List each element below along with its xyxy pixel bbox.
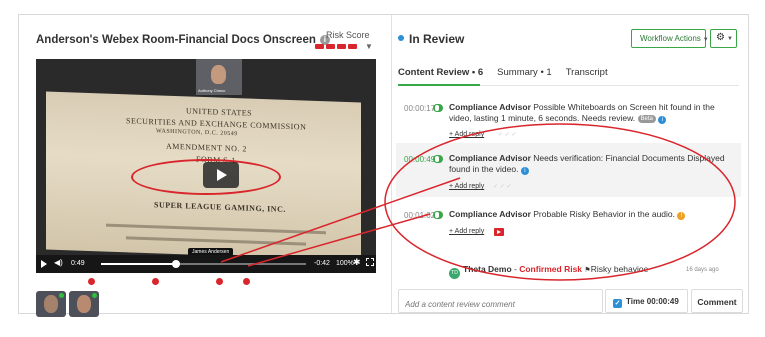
comment-composer: ✓ Time 00:00:49 Comment xyxy=(398,289,743,313)
time-checkbox[interactable]: ✓ Time 00:00:49 xyxy=(605,289,688,313)
review-sidebar: In Review Workflow Actions ▼ ⚙ ▼ Content R… xyxy=(392,15,749,313)
settings-button[interactable]: ⚙ ▼ xyxy=(710,29,737,48)
reaction-icons[interactable]: ✓ ✓ ✓ xyxy=(493,183,511,190)
reply-entry: TD Theta Demo - Confirmed Risk ⚑Risky beh… xyxy=(449,264,648,279)
list-item[interactable]: 00:01:02 Compliance Advisor Probable Ris… xyxy=(396,202,741,242)
toggle-icon[interactable] xyxy=(433,104,443,112)
seek-handle[interactable] xyxy=(172,260,180,268)
item-message: Probable Risky Behavior in the audio. xyxy=(533,209,675,219)
flag-icon[interactable] xyxy=(494,228,504,236)
info-icon[interactable]: i xyxy=(520,167,529,175)
confirmed-risk-label: Confirmed Risk xyxy=(519,264,583,274)
camera-name: Anthony Cheuc xyxy=(198,88,226,93)
tab-bar: Content Review • 6 Summary • 1 Transcrip… xyxy=(398,67,608,78)
participant-thumbnail[interactable] xyxy=(69,291,99,317)
time-label: Time 00:00:49 xyxy=(626,297,679,306)
status-dot-icon xyxy=(398,35,404,41)
list-item[interactable]: 00:00:49 Compliance Advisor Needs verifi… xyxy=(396,143,741,197)
timestamp[interactable]: 00:01:02 xyxy=(404,211,435,220)
toggle-icon[interactable] xyxy=(433,211,443,219)
doc-line: SECURITIES AND EXCHANGE COMMISSION xyxy=(126,116,307,132)
reaction-icons[interactable]: ✓ ✓ ✓ xyxy=(498,131,516,138)
timeline-markers xyxy=(36,278,376,286)
risk-score-meter[interactable] xyxy=(315,44,357,49)
item-text: Compliance Advisor Needs verification: F… xyxy=(449,153,734,175)
info-icon[interactable]: i xyxy=(658,116,667,124)
review-panel: Anderson's Webex Room-Financial Docs Ons… xyxy=(18,14,749,317)
gear-icon: ⚙ xyxy=(716,32,725,43)
play-button[interactable] xyxy=(41,260,47,268)
video-player[interactable]: UNITED STATES SECURITIES AND EXCHANGE CO… xyxy=(36,59,376,273)
tab-content-review[interactable]: Content Review • 6 xyxy=(398,67,483,78)
add-reply-link[interactable]: + Add reply xyxy=(449,183,484,190)
participant-thumbnail[interactable] xyxy=(36,291,66,317)
zoom-level[interactable]: 100% xyxy=(336,260,354,267)
participant-thumbnails xyxy=(36,291,99,317)
timeline-marker[interactable] xyxy=(88,278,95,285)
comment-input[interactable] xyxy=(398,289,603,313)
chevron-down-icon: ▼ xyxy=(702,37,709,43)
volume-icon[interactable]: ◀) xyxy=(54,258,63,267)
reply-text: Risky behavioe xyxy=(590,264,649,274)
item-source: Compliance Advisor xyxy=(449,209,531,219)
timestamp[interactable]: 00:00:17 xyxy=(404,104,435,113)
workflow-actions-button[interactable]: Workflow Actions ▼ xyxy=(631,29,709,48)
item-source: Compliance Advisor xyxy=(449,153,531,163)
doc-line: UNITED STATES xyxy=(186,106,253,118)
player-controls: ◀) 0:49 -0:42 100% ✱ xyxy=(36,255,376,273)
doc-rule xyxy=(106,223,326,235)
participant-camera: Anthony Cheuc xyxy=(196,59,242,95)
workflow-actions-label: Workflow Actions xyxy=(640,34,701,43)
chevron-down-icon[interactable]: ▼ xyxy=(365,42,373,51)
reply-author: Theta Demo xyxy=(463,264,512,274)
avatar: TD xyxy=(449,268,460,279)
review-status-text: In Review xyxy=(409,32,465,46)
add-reply-link[interactable]: + Add reply xyxy=(449,228,484,235)
timestamp[interactable]: 00:00:49 xyxy=(404,155,435,164)
tab-summary[interactable]: Summary • 1 xyxy=(497,67,552,78)
timeline-marker[interactable] xyxy=(243,278,250,285)
recording-title: Anderson's Webex Room-Financial Docs Ons… xyxy=(36,34,330,46)
risk-score-label: Risk Score xyxy=(326,30,370,40)
chevron-down-icon: ▼ xyxy=(726,36,733,42)
review-status: In Review xyxy=(398,32,464,46)
timeline-marker[interactable] xyxy=(216,278,223,285)
tab-transcript[interactable]: Transcript xyxy=(566,67,608,78)
recording-title-text: Anderson's Webex Room-Financial Docs Ons… xyxy=(36,34,316,46)
reply-age: 16 days ago xyxy=(686,267,719,273)
elapsed-time: 0:49 xyxy=(71,260,85,267)
doc-line: AMENDMENT NO. 2 xyxy=(166,141,247,154)
remaining-time: -0:42 xyxy=(314,260,330,267)
doc-line: SUPER LEAGUE GAMING, INC. xyxy=(154,200,286,214)
play-icon[interactable] xyxy=(203,162,239,188)
media-panel: Anderson's Webex Room-Financial Docs Ons… xyxy=(19,15,385,317)
timeline-marker[interactable] xyxy=(152,278,159,285)
gear-icon[interactable]: ✱ xyxy=(353,257,361,268)
check-icon[interactable]: ✓ xyxy=(613,299,622,308)
seek-bar[interactable] xyxy=(101,260,306,268)
doc-rule xyxy=(126,236,306,246)
warning-icon[interactable]: ! xyxy=(677,212,686,220)
fullscreen-icon[interactable] xyxy=(366,258,374,266)
list-item[interactable]: 00:00:17 Compliance Advisor Possible Whi… xyxy=(396,95,741,139)
item-text: Compliance Advisor Possible Whiteboards … xyxy=(449,102,734,124)
comment-button[interactable]: Comment xyxy=(691,289,743,313)
doc-line: WASHINGTON, D.C. 20549 xyxy=(156,128,238,138)
active-tab-indicator xyxy=(398,84,480,86)
item-source: Compliance Advisor xyxy=(449,102,531,112)
toggle-icon[interactable] xyxy=(433,155,443,163)
add-reply-link[interactable]: + Add reply xyxy=(449,131,484,138)
item-text: Compliance Advisor Probable Risky Behavi… xyxy=(449,209,734,220)
beta-badge: Beta xyxy=(637,115,656,123)
